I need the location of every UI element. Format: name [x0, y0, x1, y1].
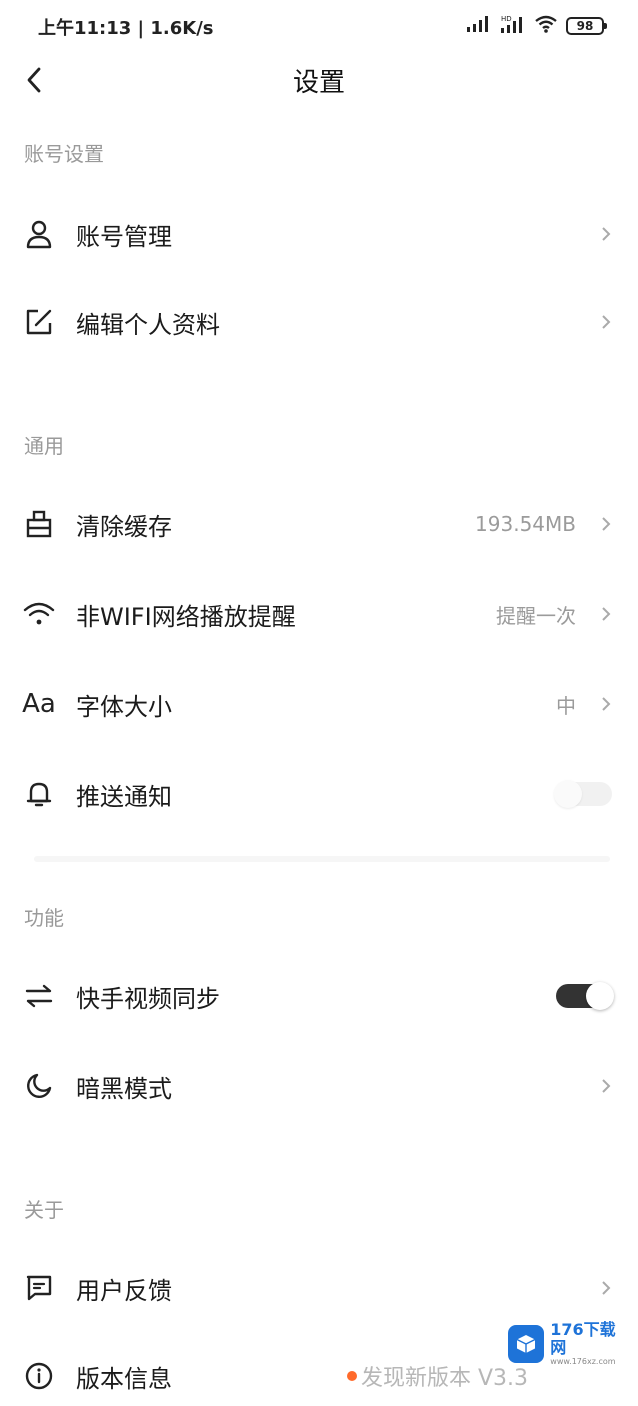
moon-icon	[22, 1069, 56, 1103]
kuaishou-sync-toggle[interactable]	[556, 982, 614, 1010]
section-title-about: 关于	[24, 1198, 64, 1222]
user-icon	[22, 217, 56, 251]
section-title-general: 通用	[24, 434, 64, 458]
status-time: 上午11:13 | 1.6K/s	[38, 18, 214, 39]
toggle-knob	[554, 780, 582, 808]
chevron-right-icon	[596, 224, 616, 244]
info-icon	[22, 1359, 56, 1393]
chevron-right-icon	[596, 514, 616, 534]
section-title-account: 账号设置	[24, 142, 104, 166]
chevron-right-icon	[596, 694, 616, 714]
settings-row-edit-profile[interactable]: 编辑个人资料	[0, 292, 638, 352]
chevron-right-icon	[596, 604, 616, 624]
settings-row-clear-cache[interactable]: 清除缓存 193.54MB	[0, 494, 638, 554]
bell-icon	[22, 777, 56, 811]
new-version-notice: 发现新版本 V3.3	[346, 1360, 528, 1392]
update-dot	[346, 1371, 357, 1381]
row-label: 编辑个人资料	[76, 310, 220, 339]
watermark-sub: www.176xz.com	[550, 1357, 616, 1366]
watermark-logo-icon	[508, 1325, 545, 1363]
row-label: 用户反馈	[76, 1276, 172, 1305]
row-label: 暗黑模式	[76, 1074, 172, 1103]
settings-row-kuaishou-sync[interactable]: 快手视频同步	[0, 966, 638, 1026]
svg-text:HD: HD	[501, 15, 512, 23]
chevron-right-icon	[596, 312, 616, 332]
section-divider	[34, 856, 610, 862]
feedback-icon	[22, 1271, 56, 1305]
sync-arrows-icon	[22, 979, 56, 1013]
push-notification-toggle[interactable]	[554, 780, 612, 808]
font-size-icon: Aa	[22, 689, 56, 719]
settings-row-account-management[interactable]: 账号管理	[0, 204, 638, 264]
site-watermark: 176下载网 www.176xz.com	[508, 1321, 628, 1367]
watermark-main: 176下载网	[550, 1320, 616, 1357]
font-size-value: 中	[556, 693, 576, 718]
settings-row-dark-mode[interactable]: 暗黑模式	[0, 1056, 638, 1116]
settings-row-feedback[interactable]: 用户反馈	[0, 1258, 638, 1318]
status-bar: 上午11:13 | 1.6K/s HD 98	[0, 0, 638, 56]
cache-size-value: 193.54MB	[475, 512, 576, 536]
toggle-knob	[586, 982, 614, 1010]
status-icons: HD 98	[466, 14, 607, 38]
settings-row-push-notification[interactable]: 推送通知	[0, 764, 638, 824]
reminder-value: 提醒一次	[496, 603, 576, 628]
wifi-icon	[22, 597, 56, 631]
wifi-status-icon	[534, 15, 558, 37]
page-title: 设置	[292, 68, 345, 98]
signal-icon	[466, 15, 492, 37]
row-label: 版本信息	[76, 1364, 172, 1393]
broom-icon	[22, 507, 56, 541]
row-label: 清除缓存	[76, 512, 172, 541]
settings-row-non-wifi-reminder[interactable]: 非WIFI网络播放提醒 提醒一次	[0, 584, 638, 644]
row-label: 推送通知	[76, 782, 172, 811]
settings-row-font-size[interactable]: Aa 字体大小 中	[0, 674, 638, 734]
row-label: 非WIFI网络播放提醒	[76, 602, 296, 631]
battery-icon: 98	[566, 17, 607, 35]
chevron-right-icon	[596, 1076, 616, 1096]
signal-hd-icon: HD	[500, 14, 526, 38]
edit-icon	[22, 305, 56, 339]
header: 设置	[0, 56, 638, 104]
chevron-right-icon	[596, 1278, 616, 1298]
section-title-features: 功能	[24, 906, 64, 930]
row-label: 快手视频同步	[76, 984, 220, 1013]
watermark-text: 176下载网 www.176xz.com	[550, 1321, 628, 1367]
row-label: 账号管理	[76, 222, 172, 251]
new-version-text: 发现新版本 V3.3	[360, 1366, 528, 1391]
row-label: 字体大小	[76, 692, 172, 721]
